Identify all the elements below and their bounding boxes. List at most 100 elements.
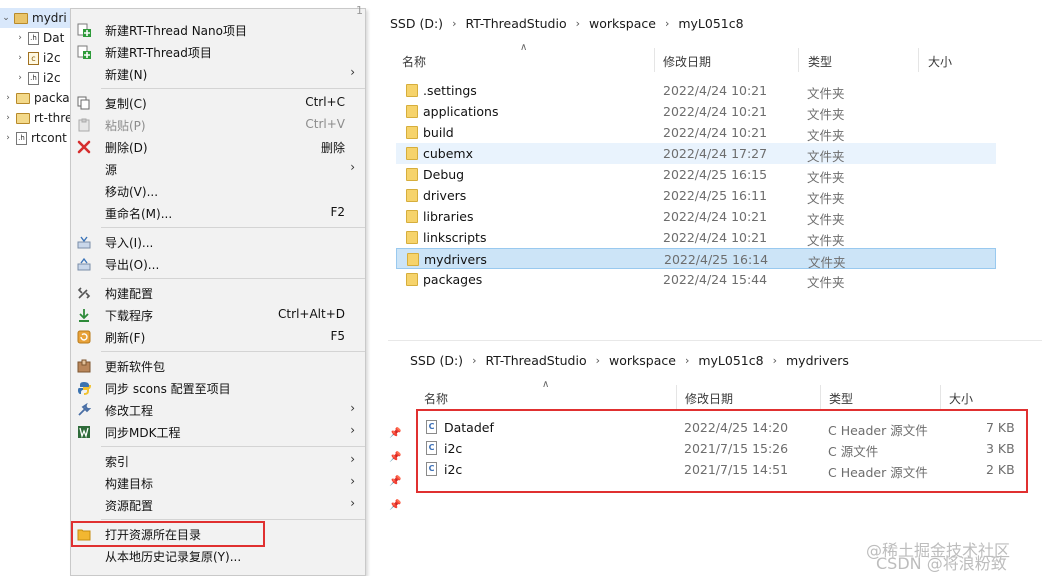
pin-icon[interactable]: 📌 [389, 428, 401, 439]
column-header-date[interactable]: 修改日期 [663, 48, 711, 74]
column-header-name[interactable]: 名称 [402, 48, 426, 74]
file-type: 文件夹 [807, 128, 845, 143]
file-type: 文件夹 [807, 212, 845, 227]
collapse-chevron-icon[interactable]: › [14, 33, 26, 43]
menu-item-source[interactable]: 源 › [71, 158, 365, 180]
tree-item-datadef[interactable]: › .h Dat [14, 28, 64, 48]
chevron-right-icon: › [452, 17, 457, 30]
breadcrumb-item[interactable]: SSD (D:) [390, 16, 443, 31]
menu-item-sync-mdk[interactable]: 同步MDK工程 › [71, 421, 365, 443]
chevron-right-icon: › [595, 354, 601, 367]
menu-item-restore-history[interactable]: 从本地历史记录复原(Y)... [71, 545, 365, 567]
submenu-arrow-icon: › [350, 160, 355, 174]
folder-icon [406, 147, 418, 160]
menu-item-move[interactable]: 移动(V)... [71, 180, 365, 202]
menu-item-build-targets[interactable]: 构建目标 › [71, 472, 365, 494]
menu-item-export[interactable]: 导出(O)... [71, 253, 365, 275]
menu-item-rename[interactable]: 重命名(M)... F2 [71, 202, 365, 224]
folder-icon [407, 253, 419, 266]
editor-gutter: 1 [356, 4, 363, 17]
tree-item-rtconfig[interactable]: › .h rtcont [2, 128, 67, 148]
tree-item-rt-thread[interactable]: › rt-thre [2, 108, 72, 128]
column-header-name[interactable]: 名称 [424, 385, 448, 411]
breadcrumb-item[interactable]: SSD (D:) [410, 353, 463, 368]
file-type: 文件夹 [807, 86, 845, 101]
menu-item-modify-project[interactable]: 修改工程 › [71, 399, 365, 421]
breadcrumb-item[interactable]: myL051c8 [678, 16, 743, 31]
breadcrumb-item[interactable]: RT-ThreadStudio [465, 16, 566, 31]
column-divider[interactable] [676, 385, 677, 409]
menu-item-label: 资源配置 [105, 499, 154, 513]
column-divider[interactable] [940, 385, 941, 409]
file-row[interactable]: cubemx 2022/4/24 17:27 文件夹 [396, 143, 996, 164]
menu-item-download[interactable]: 下载程序 Ctrl+Alt+D [71, 304, 365, 326]
file-row[interactable]: .settings 2022/4/24 10:21 文件夹 [396, 80, 996, 101]
file-row[interactable]: applications 2022/4/24 10:21 文件夹 [396, 101, 996, 122]
collapse-chevron-icon[interactable]: › [2, 93, 14, 103]
column-header-type[interactable]: 类型 [808, 48, 832, 74]
file-name: mydrivers [424, 252, 487, 267]
submenu-arrow-icon: › [350, 401, 355, 415]
column-header-type[interactable]: 类型 [829, 385, 853, 411]
menu-item-paste[interactable]: 粘贴(P) Ctrl+V [71, 114, 365, 136]
breadcrumb-item[interactable]: mydrivers [786, 353, 849, 368]
file-row[interactable]: linkscripts 2022/4/24 10:21 文件夹 [396, 227, 996, 248]
menu-item-label: 导入(I)... [105, 236, 154, 250]
highlight-box [416, 409, 1028, 493]
file-row[interactable]: build 2022/4/24 10:21 文件夹 [396, 122, 996, 143]
breadcrumb-item[interactable]: RT-ThreadStudio [485, 353, 586, 368]
menu-item-new-rtthread-project[interactable]: 新建RT-Thread项目 [71, 41, 365, 63]
menu-item-delete[interactable]: 删除(D) 删除 [71, 136, 365, 158]
download-icon [79, 309, 89, 322]
pin-icon[interactable]: 📌 [389, 500, 401, 511]
file-row[interactable]: Debug 2022/4/25 16:15 文件夹 [396, 164, 996, 185]
column-header-size[interactable]: 大小 [949, 385, 973, 411]
file-name: Debug [423, 167, 465, 182]
highlight-box [71, 521, 265, 547]
breadcrumb[interactable]: SSD (D:) › RT-ThreadStudio › workspace › my… [410, 353, 849, 368]
expand-chevron-icon[interactable]: ⌄ [0, 13, 12, 23]
menu-item-build-config[interactable]: 构建配置 [71, 282, 365, 304]
file-type: 文件夹 [807, 191, 845, 206]
column-divider[interactable] [654, 48, 655, 72]
column-header-size[interactable]: 大小 [928, 48, 952, 74]
menu-item-sync-scons[interactable]: 同步 scons 配置至项目 [71, 377, 365, 399]
collapse-chevron-icon[interactable]: › [2, 113, 14, 123]
pin-icon[interactable]: 📌 [389, 452, 401, 463]
tree-item-label: mydri [32, 11, 67, 25]
tree-item-packages[interactable]: › packa [2, 88, 69, 108]
file-row[interactable]: drivers 2022/4/25 16:11 文件夹 [396, 185, 996, 206]
menu-item-refresh[interactable]: 刷新(F) F5 [71, 326, 365, 348]
menu-separator [101, 519, 365, 520]
menu-item-update-packages[interactable]: 更新软件包 [71, 355, 365, 377]
file-row[interactable]: packages 2022/4/24 15:44 文件夹 [396, 269, 996, 290]
menu-item-new-nano-project[interactable]: 新建RT-Thread Nano项目 [71, 19, 365, 41]
file-row[interactable]: libraries 2022/4/24 10:21 文件夹 [396, 206, 996, 227]
collapse-chevron-icon[interactable]: › [2, 133, 14, 143]
column-divider[interactable] [798, 48, 799, 72]
breadcrumb-item[interactable]: workspace [609, 353, 676, 368]
submenu-arrow-icon: › [350, 423, 355, 437]
menu-item-import[interactable]: 导入(I)... [71, 231, 365, 253]
column-divider[interactable] [820, 385, 821, 409]
menu-item-label: 源 [105, 163, 118, 177]
folder-icon [406, 231, 418, 244]
collapse-chevron-icon[interactable]: › [14, 73, 26, 83]
breadcrumb[interactable]: SSD (D:) › RT-ThreadStudio › workspace › my… [390, 16, 744, 31]
file-row[interactable]: mydrivers 2022/4/25 16:14 文件夹 [396, 248, 996, 270]
menu-item-copy[interactable]: 复制(C) Ctrl+C [71, 92, 365, 114]
tree-item-i2c-h[interactable]: › .h i2c [14, 68, 60, 88]
column-header-date[interactable]: 修改日期 [685, 385, 733, 411]
pin-icon[interactable]: 📌 [389, 476, 401, 487]
breadcrumb-item[interactable]: myL051c8 [698, 353, 763, 368]
breadcrumb-item[interactable]: workspace [589, 16, 656, 31]
menu-item-new[interactable]: 新建(N) › [71, 63, 365, 85]
column-divider[interactable] [918, 48, 919, 72]
h-file-icon: .h [28, 31, 39, 45]
menu-item-index[interactable]: 索引 › [71, 450, 365, 472]
collapse-chevron-icon[interactable]: › [14, 53, 26, 63]
tree-item-i2c-c[interactable]: › c i2c [14, 48, 60, 68]
file-date: 2022/4/24 10:21 [663, 104, 768, 119]
menu-item-resource-config[interactable]: 资源配置 › [71, 494, 365, 516]
menu-separator [101, 88, 365, 89]
